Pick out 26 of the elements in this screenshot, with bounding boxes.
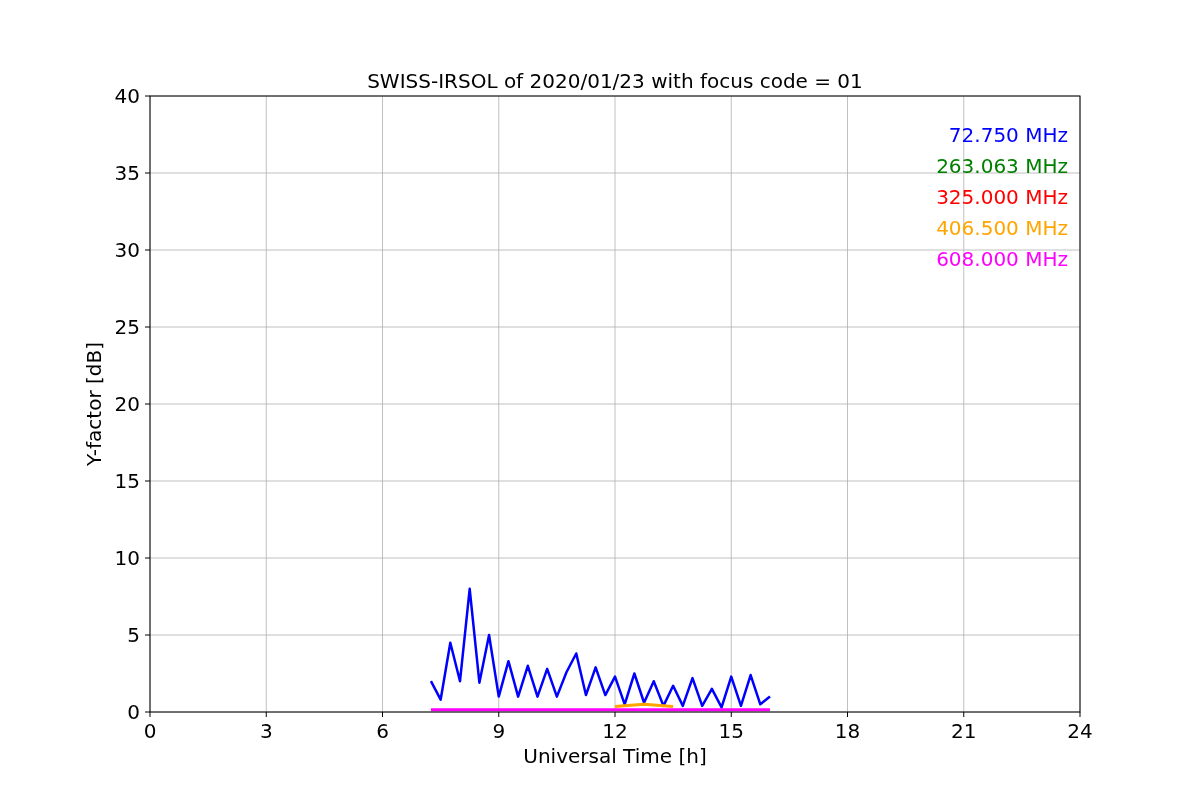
- y-tick-label: 10: [114, 546, 140, 570]
- y-tick-label: 15: [114, 469, 140, 493]
- x-axis-label: Universal Time [h]: [523, 744, 707, 768]
- x-tick-label: 21: [951, 719, 977, 743]
- x-tick-label: 12: [602, 719, 628, 743]
- x-tick-label: 18: [834, 719, 861, 743]
- y-tick-label: 40: [114, 84, 140, 108]
- y-tick-label: 20: [114, 392, 140, 416]
- chart-title: SWISS-IRSOL of 2020/01/23 with focus code = 01: [367, 69, 863, 93]
- y-tick-label: 25: [114, 315, 140, 339]
- x-tick-label: 24: [1067, 719, 1093, 743]
- legend-label: 263.063 MHz: [936, 154, 1068, 178]
- x-tick-label: 3: [259, 719, 273, 743]
- y-tick-label: 5: [127, 623, 140, 647]
- y-axis-label: Y-factor [dB]: [82, 342, 106, 466]
- legend-label: 406.500 MHz: [936, 216, 1068, 240]
- legend-label: 325.000 MHz: [936, 185, 1068, 209]
- legend-label: 72.750 MHz: [948, 123, 1068, 147]
- x-tick-label: 0: [143, 719, 157, 743]
- x-tick-label: 15: [718, 719, 744, 743]
- y-tick-label: 0: [127, 700, 140, 724]
- y-tick-label: 30: [114, 238, 140, 262]
- y-tick-label: 35: [114, 161, 140, 185]
- x-tick-label: 6: [376, 719, 389, 743]
- x-tick-label: 9: [492, 719, 506, 743]
- legend-label: 608.000 MHz: [936, 247, 1068, 271]
